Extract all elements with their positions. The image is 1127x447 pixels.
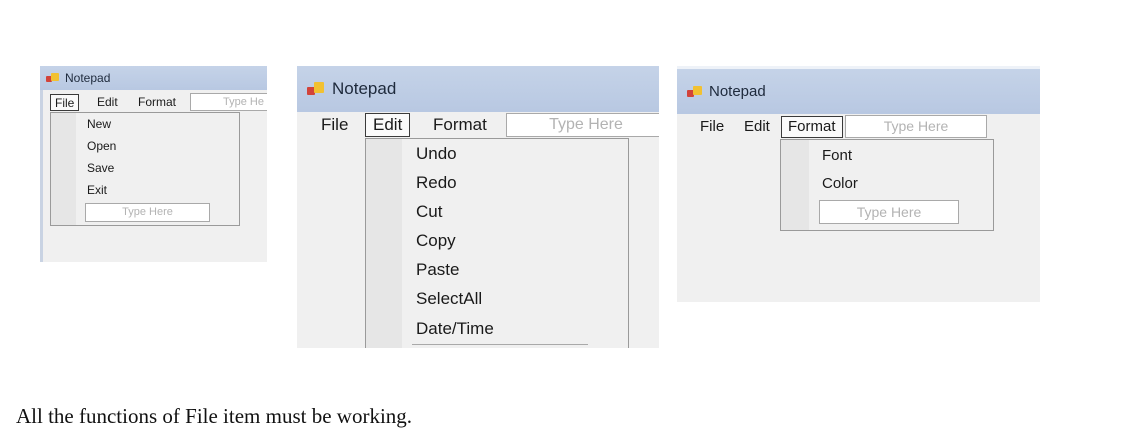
notepad-app-icon: [307, 81, 325, 97]
dropdown-type-here-field[interactable]: Type Here: [819, 200, 959, 224]
title-bar: Notepad: [297, 66, 659, 112]
menu-edit[interactable]: Edit: [97, 95, 118, 109]
menu-item-redo[interactable]: Redo: [416, 173, 457, 193]
title-bar: Notepad: [677, 66, 1040, 114]
dropdown-bottom-field-edge: [412, 344, 588, 345]
menu-format[interactable]: Format: [433, 115, 487, 135]
menu-bar: File Edit Format Type He: [40, 92, 267, 112]
requirement-caption: All the functions of File item must be w…: [16, 404, 413, 428]
menu-file[interactable]: File: [50, 94, 80, 111]
menu-type-here-field[interactable]: Type He: [190, 93, 267, 111]
menu-item-open[interactable]: Open: [87, 139, 116, 153]
menu-edit[interactable]: Edit: [365, 113, 411, 137]
menu-type-here-field[interactable]: Type Here: [506, 113, 659, 137]
notepad-app-icon: [46, 72, 60, 84]
title-bar: Notepad: [40, 66, 267, 90]
menu-item-undo[interactable]: Undo: [416, 144, 457, 164]
edit-dropdown-menu: Undo Redo Cut Copy Paste SelectAll Date/…: [365, 138, 629, 348]
menu-item-exit[interactable]: Exit: [87, 183, 107, 197]
menu-item-datetime[interactable]: Date/Time: [416, 319, 494, 339]
menu-type-here-field[interactable]: Type Here: [845, 115, 987, 138]
menu-format[interactable]: Format: [138, 95, 176, 109]
menu-edit[interactable]: Edit: [744, 118, 770, 136]
menu-bar: File Edit Format Type Here: [677, 114, 1040, 140]
file-dropdown-menu: New Open Save Exit Type Here: [50, 112, 240, 226]
format-dropdown-menu: Font Color Type Here: [780, 139, 994, 231]
menu-item-new[interactable]: New: [87, 117, 111, 131]
dropdown-type-here-field[interactable]: Type Here: [85, 203, 210, 222]
window-title: Notepad: [65, 71, 111, 85]
menu-item-cut[interactable]: Cut: [416, 202, 442, 222]
menu-item-font[interactable]: Font: [822, 147, 852, 164]
menu-format[interactable]: Format: [781, 116, 843, 138]
menu-bar: File Edit Format Type Here: [297, 112, 659, 138]
notepad-app-icon: [687, 85, 703, 99]
menu-file[interactable]: File: [321, 115, 348, 135]
menu-item-save[interactable]: Save: [87, 161, 114, 175]
menu-item-color[interactable]: Color: [822, 175, 858, 192]
notepad-window-file-menu: Notepad File Edit Format Type He New Ope…: [40, 66, 267, 262]
menu-item-selectall[interactable]: SelectAll: [416, 289, 482, 309]
menu-item-copy[interactable]: Copy: [416, 231, 456, 251]
menu-item-paste[interactable]: Paste: [416, 260, 459, 280]
window-title: Notepad: [332, 79, 397, 98]
notepad-window-format-menu: Notepad File Edit Format Type Here Font …: [677, 66, 1040, 302]
window-title: Notepad: [709, 83, 766, 100]
notepad-window-edit-menu: Notepad File Edit Format Type Here Undo …: [297, 66, 659, 348]
menu-file[interactable]: File: [700, 118, 724, 136]
